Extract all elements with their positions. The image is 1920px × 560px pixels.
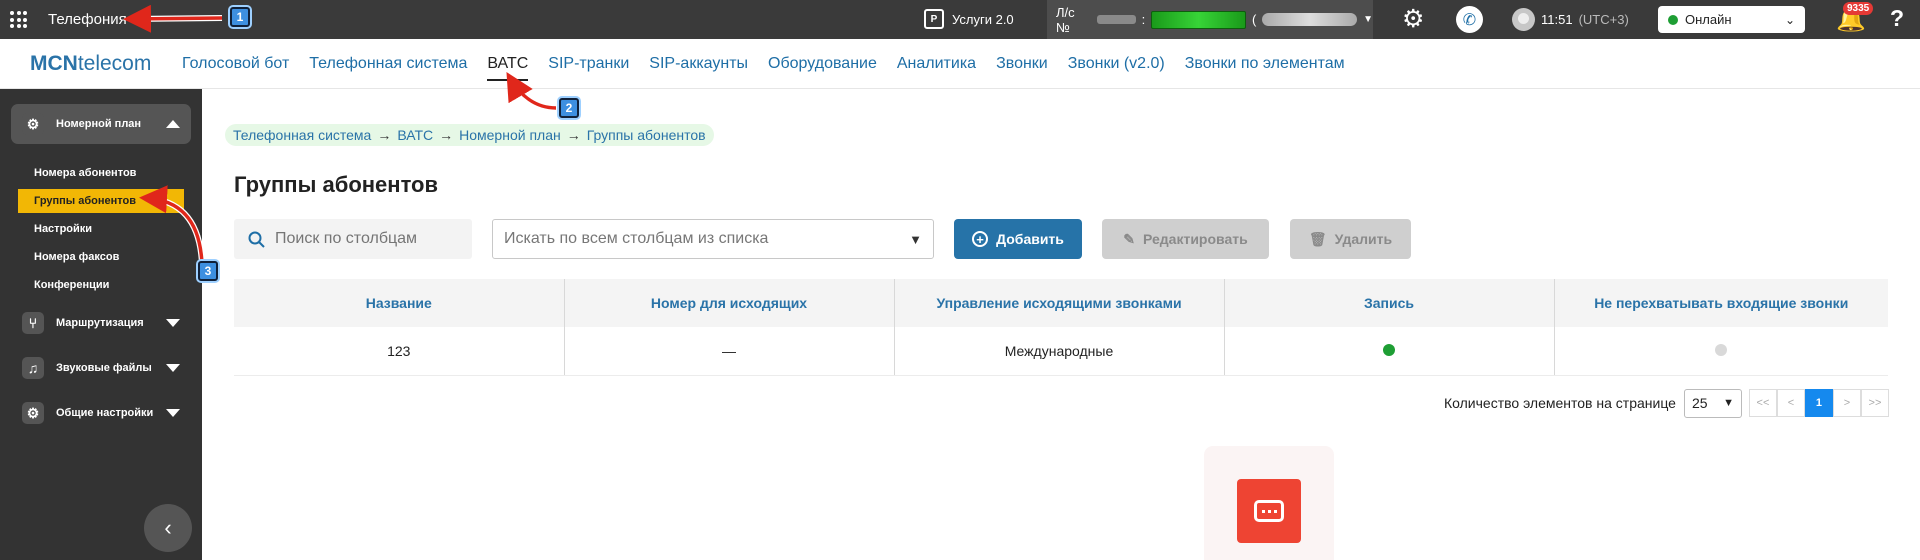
annotation-callout-3: 3 bbox=[198, 261, 218, 281]
annotation-callout-1: 1 bbox=[230, 7, 250, 27]
annotation-callout-2: 2 bbox=[559, 98, 579, 118]
annotation-arrows bbox=[123, 4, 557, 265]
